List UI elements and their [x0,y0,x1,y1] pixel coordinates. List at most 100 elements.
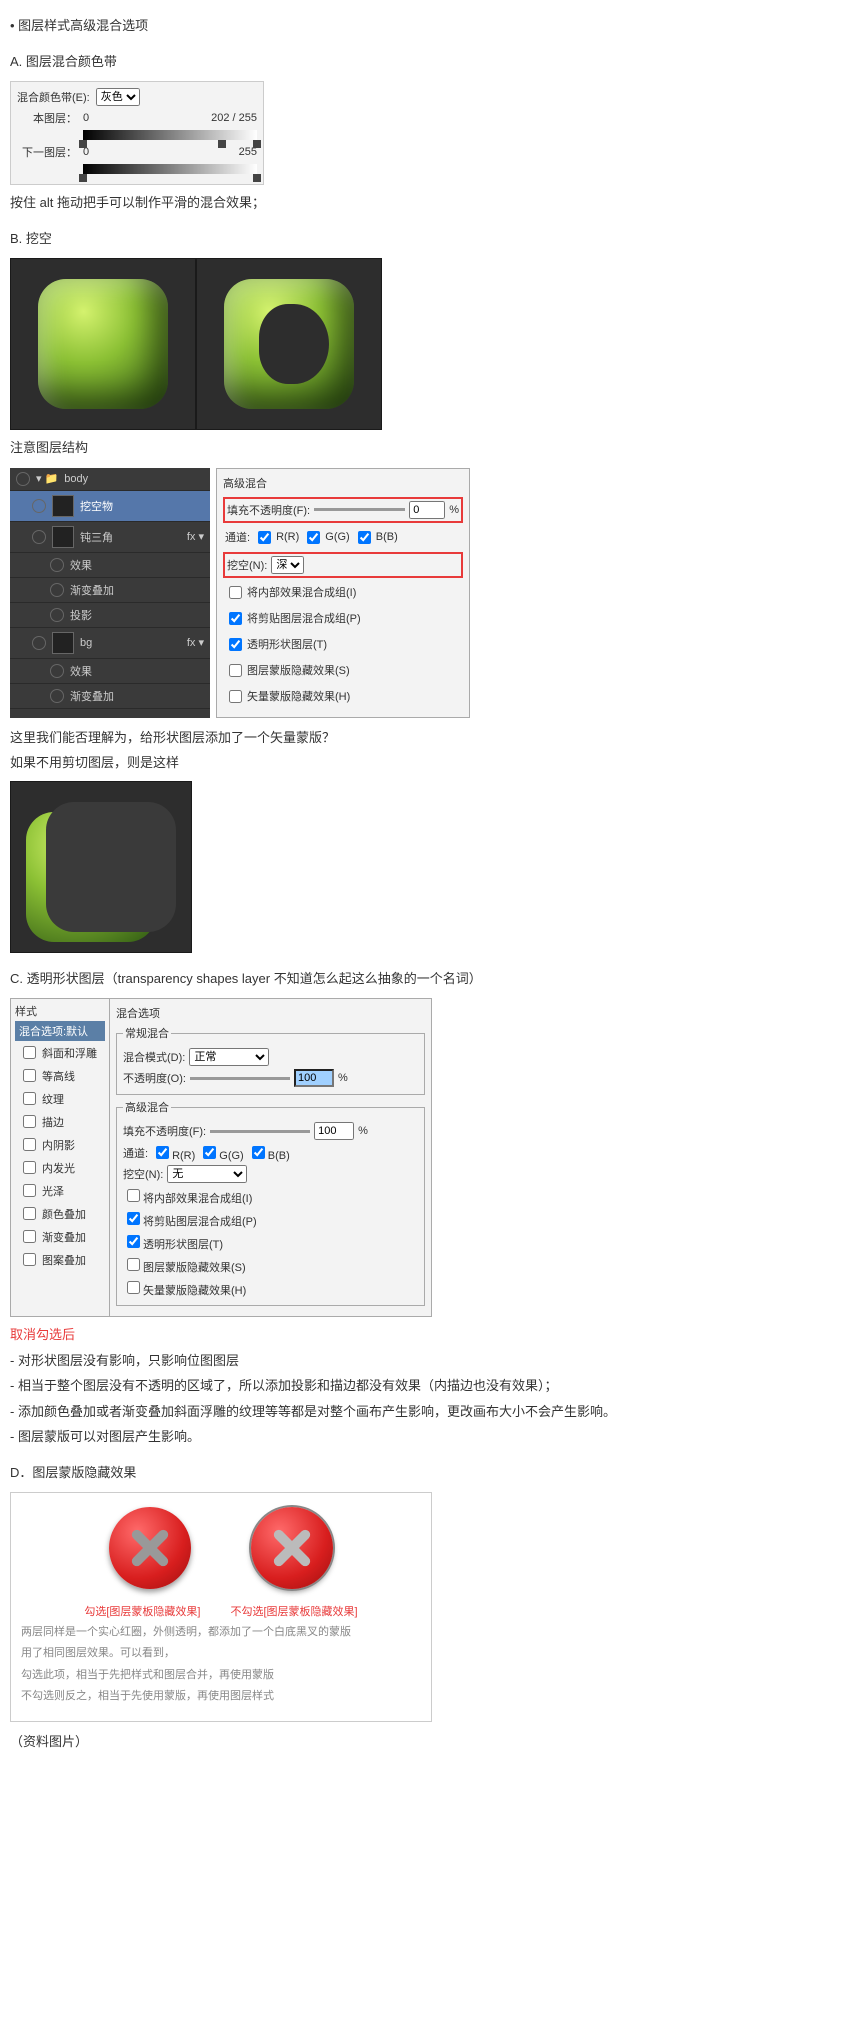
layers-panel: ▾ 📁body 挖空物 钝三角fx ▾ 效果 渐变叠加 投影 bgfx ▾ 效果… [10,468,210,718]
layer-bg-fx[interactable]: 效果 [10,659,210,684]
this-layer-low: 0 [83,112,89,124]
section-d-heading: D．图层蒙版隐藏效果 [10,1463,840,1483]
this-layer-track[interactable] [83,130,257,140]
blend-opts-hdr: 混合选项 [116,1005,425,1021]
style-gradient-overlay[interactable]: 渐变叠加 [15,1225,105,1248]
eye-icon[interactable] [32,499,46,513]
normal-blend-legend: 常规混合 [123,1025,171,1041]
blend-band-panel: 混合颜色带(E): 灰色 本图层： 0 202 / 255 下一图层： 0 25… [10,81,264,185]
layer-shadow[interactable]: 投影 [10,603,210,628]
channel-r-2[interactable]: R(R) [152,1143,195,1162]
adv-c5[interactable]: 矢量蒙版隐藏效果(H) [225,687,350,706]
x-icon [128,1526,172,1570]
blend-band-label: 混合颜色带(E): [17,89,90,105]
style-default[interactable]: 混合选项:默认 [15,1021,105,1041]
eye-icon[interactable] [16,472,30,486]
uncheck-l2: - 相当于整个图层没有不透明的区域了，所以添加投影和描边都没有效果（内描边也没有… [10,1376,840,1396]
style-contour[interactable]: 等高线 [15,1064,105,1087]
adv-c4[interactable]: 图层蒙版隐藏效果(S) [225,661,350,680]
fill-input-2[interactable] [314,1122,354,1140]
layer-triangle[interactable]: 钝三角fx ▾ [10,522,210,553]
mask-effect-demo: 勾选[图层蒙板隐藏效果] 不勾选[图层蒙板隐藏效果] 两层同样是一个实心红圈，外… [10,1492,432,1722]
channel-r[interactable]: R(R) [254,528,299,547]
channel-b[interactable]: B(B) [354,528,398,547]
section-a-caption: 按住 alt 拖动把手可以制作平滑的混合效果； [10,193,840,213]
uncheck-heading: 取消勾选后 [10,1325,840,1345]
eye-icon[interactable] [32,530,46,544]
knockout-select[interactable]: 深 [271,556,304,574]
opacity-slider[interactable] [190,1077,290,1080]
eye-icon[interactable] [50,583,64,597]
knockout-row: 挖空(N): 深 [223,552,463,578]
knockout-examples [10,258,840,430]
icon-knockout [196,258,382,430]
next-layer-track[interactable] [83,164,257,174]
channel-g[interactable]: G(G) [303,528,349,547]
question-2: 如果不用剪切图层，则是这样 [10,753,840,773]
badge-unchecked [251,1507,333,1589]
adv-title: 高级混合 [223,475,463,491]
adv2-c3[interactable]: 透明形状图层(T) [123,1232,223,1252]
section-b-heading: B. 挖空 [10,229,840,249]
section-a-heading: A. 图层混合颜色带 [10,52,840,72]
question-1: 这里我们能否理解为，给形状图层添加了一个矢量蒙版？ [10,728,840,748]
uncheck-l4: - 图层蒙版可以对图层产生影响。 [10,1427,840,1447]
adv2-c5[interactable]: 矢量蒙版隐藏效果(H) [123,1278,246,1298]
style-stroke[interactable]: 描边 [15,1110,105,1133]
fill-slider-2[interactable] [210,1130,310,1133]
eye-icon[interactable] [50,689,64,703]
blend-options-dialog: 样式 混合选项:默认 斜面和浮雕 等高线 纹理 描边 内阴影 内发光 光泽 颜色… [10,998,432,1317]
opacity-input[interactable] [294,1069,334,1087]
eye-icon[interactable] [50,558,64,572]
d-note3: 勾选此项，相当于先把样式和图层合并，再使用蒙版 [21,1668,421,1683]
style-texture[interactable]: 纹理 [15,1087,105,1110]
adv-c3[interactable]: 透明形状图层(T) [225,635,327,654]
style-satin[interactable]: 光泽 [15,1179,105,1202]
fill-input[interactable] [409,501,445,519]
advanced-blend-panel: 高级混合 填充不透明度(F): % 通道: R(R) G(G) B(B) 挖空(… [216,468,470,718]
channel-b-2[interactable]: B(B) [248,1143,290,1162]
channel-g-2[interactable]: G(G) [199,1143,243,1162]
blend-band-select[interactable]: 灰色 [96,88,140,106]
style-pattern-overlay[interactable]: 图案叠加 [15,1248,105,1271]
eye-icon[interactable] [50,664,64,678]
styles-list: 样式 混合选项:默认 斜面和浮雕 等高线 纹理 描边 内阴影 内发光 光泽 颜色… [11,999,110,1316]
uncheck-l3: - 添加颜色叠加或者渐变叠加斜面浮雕的纹理等等都是对整个画布产生影响，更改画布大… [10,1402,840,1422]
eye-icon[interactable] [32,636,46,650]
style-bevel[interactable]: 斜面和浮雕 [15,1041,105,1064]
layer-fx[interactable]: 效果 [10,553,210,578]
adv-blend-legend: 高级混合 [123,1099,171,1115]
layer-folder[interactable]: ▾ 📁body [10,468,210,491]
d-note2: 用了相同图层效果。可以看到， [21,1646,421,1661]
d-note4: 不勾选则反之，相当于先使用蒙版，再使用图层样式 [21,1689,421,1704]
styles-hdr: 样式 [15,1003,105,1019]
x-icon [270,1526,314,1570]
badge-checked [109,1507,191,1589]
layer-bg-gradient[interactable]: 渐变叠加 [10,684,210,709]
d-note1: 两层同样是一个实心红圈，外侧透明，都添加了一个白底黑叉的蒙版 [21,1625,421,1640]
icon-solid [10,258,196,430]
adv2-c1[interactable]: 将内部效果混合成组(I) [123,1186,252,1206]
next-layer-label: 下一图层： [17,144,77,160]
this-layer-high: 202 / 255 [211,112,257,124]
adv-c1[interactable]: 将内部效果混合成组(I) [225,583,356,602]
section-c-heading: C. 透明形状图层（transparency shapes layer 不知道怎… [10,969,840,989]
uncheck-l1: - 对形状图层没有影响，只影响位图图层 [10,1351,840,1371]
blend-mode-select[interactable]: 正常 [189,1048,269,1066]
style-inner-shadow[interactable]: 内阴影 [15,1133,105,1156]
layer-knockout[interactable]: 挖空物 [10,491,210,522]
section-b-caption: 注意图层结构 [10,438,840,458]
footer-text: （资料图片） [10,1732,840,1752]
label-unchecked: 不勾选[图层蒙板隐藏效果] [231,1603,358,1619]
adv2-c2[interactable]: 将剪贴图层混合成组(P) [123,1209,257,1229]
style-color-overlay[interactable]: 颜色叠加 [15,1202,105,1225]
knockout-select-2[interactable]: 无 [167,1165,247,1183]
layer-gradient[interactable]: 渐变叠加 [10,578,210,603]
this-layer-label: 本图层： [17,110,77,126]
adv2-c4[interactable]: 图层蒙版隐藏效果(S) [123,1255,246,1275]
style-inner-glow[interactable]: 内发光 [15,1156,105,1179]
layer-bg[interactable]: bgfx ▾ [10,628,210,659]
adv-c2[interactable]: 将剪贴图层混合成组(P) [225,609,361,628]
eye-icon[interactable] [50,608,64,622]
fill-slider[interactable] [314,508,405,511]
